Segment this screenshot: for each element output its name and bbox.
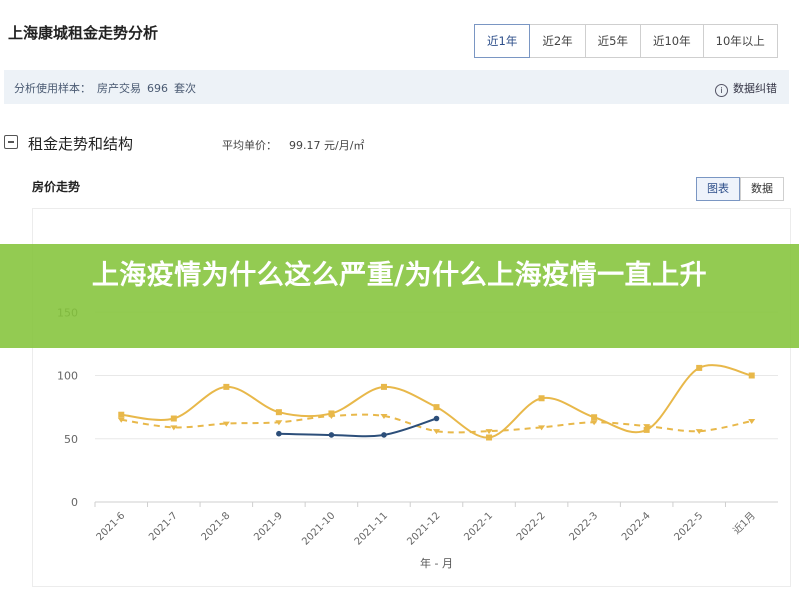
- x-tick-label: 近1月: [730, 509, 758, 537]
- y-tick-label: 0: [71, 496, 78, 509]
- x-tick-label: 2021-11: [353, 510, 390, 547]
- y-tick-label: 100: [57, 370, 78, 383]
- data-point: [748, 372, 755, 379]
- x-tick-label: 2022-4: [620, 510, 653, 543]
- data-point: [748, 419, 756, 425]
- data-point: [276, 430, 282, 437]
- x-tick-label: 2022-3: [567, 510, 600, 543]
- data-point: [591, 414, 598, 421]
- x-tick-label: 2022-1: [462, 510, 495, 543]
- x-tick-label: 2021-7: [147, 510, 180, 543]
- data-point: [381, 432, 387, 438]
- data-point: [275, 409, 282, 416]
- data-point: [223, 383, 230, 390]
- overlay-banner: 上海疫情为什么这么严重/为什么上海疫情一直上升: [0, 244, 799, 348]
- series-line-3: [278, 417, 437, 438]
- data-point: [380, 383, 387, 390]
- data-point: [486, 434, 493, 441]
- x-tick-label: 2021-10: [300, 510, 337, 547]
- x-axis-label: 年 - 月: [420, 556, 453, 570]
- data-point: [118, 411, 125, 418]
- x-tick-label: 2022-5: [672, 510, 705, 543]
- x-tick-label: 2021-12: [405, 510, 442, 547]
- x-tick-label: 2022-2: [515, 510, 548, 543]
- data-point: [170, 415, 177, 422]
- data-point: [433, 415, 440, 422]
- y-tick-label: 50: [64, 433, 78, 446]
- data-point: [328, 432, 335, 438]
- data-point: [538, 395, 545, 402]
- tab-1-year[interactable]: 近1年: [474, 24, 531, 58]
- x-tick-label: 2021-6: [95, 510, 128, 543]
- x-tick-label: 2021-8: [200, 510, 233, 543]
- data-point: [433, 404, 440, 411]
- x-tick-label: 2021-9: [252, 510, 285, 543]
- banner-headline: 上海疫情为什么这么严重/为什么上海疫情一直上升: [91, 260, 708, 291]
- data-point: [696, 364, 703, 371]
